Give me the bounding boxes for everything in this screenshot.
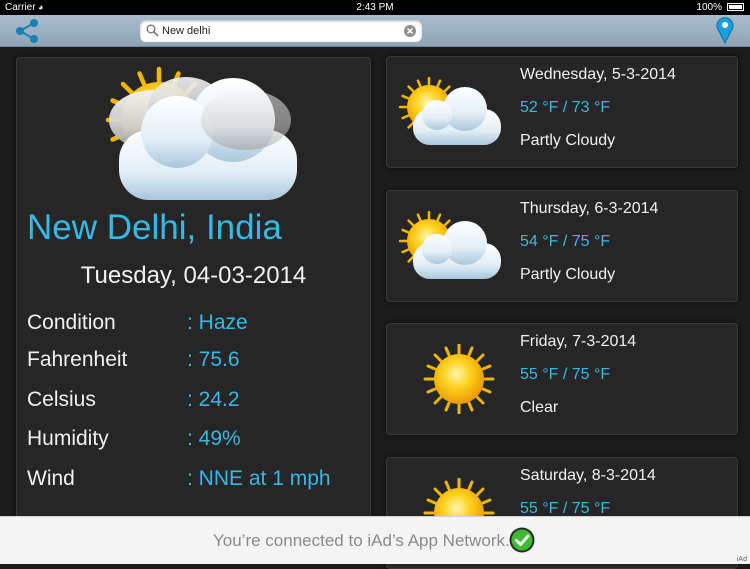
detail-label: Wind <box>27 467 75 490</box>
detail-label: Celsius <box>27 388 96 411</box>
partly-cloudy-icon <box>398 211 501 279</box>
detail-label: Condition <box>27 311 116 334</box>
search-icon <box>146 24 159 37</box>
detail-row-condition: Condition : Haze <box>27 311 367 341</box>
forecast-condition: Partly Cloudy <box>520 132 616 149</box>
forecast-card[interactable]: Friday, 7-3-2014 55 °F / 75 °F Clear <box>386 323 738 435</box>
forecast-temp: 55 °F / 75 °F <box>520 366 611 383</box>
detail-label: Humidity <box>27 427 109 450</box>
detail-row-humidity: Humidity : 49% <box>27 427 367 457</box>
status-time: 2:43 PM <box>356 2 394 13</box>
forecast-card[interactable]: Wednesday, 5-3-2014 52 °F / 73 °F Partly… <box>386 56 738 168</box>
forecast-day: Wednesday, 5-3-2014 <box>520 66 676 83</box>
location-pin-icon[interactable] <box>714 16 736 44</box>
detail-row-celsius: Celsius : 24.2 <box>27 388 367 418</box>
detail-value: : 24.2 <box>187 388 240 411</box>
forecast-day: Friday, 7-3-2014 <box>520 333 637 350</box>
status-bar: Carrier ◕ 2:43 PM 100% <box>0 0 750 15</box>
ad-text: You’re connected to iAd’s App Network. <box>213 531 510 550</box>
partly-cloudy-icon <box>398 77 501 145</box>
iad-logo: iAd <box>736 556 747 563</box>
share-icon[interactable] <box>13 18 41 44</box>
partly-cloudy-icon <box>91 62 297 200</box>
checkmark-icon <box>509 527 535 553</box>
detail-value: : Haze <box>187 311 248 334</box>
forecast-temp: 54 °F / 75 °F <box>520 233 611 250</box>
current-date: Tuesday, 04-03-2014 <box>80 262 307 289</box>
forecast-condition: Clear <box>520 399 559 416</box>
sun-icon <box>423 344 495 414</box>
forecast-day: Saturday, 8-3-2014 <box>520 467 656 484</box>
current-weather-panel: New Delhi, India Tuesday, 04-03-2014 Con… <box>16 57 371 529</box>
forecast-card[interactable]: Thursday, 6-3-2014 54 °F / 75 °F Partly … <box>386 190 738 302</box>
battery-icon <box>727 3 744 11</box>
detail-row-fahrenheit: Fahrenheit : 75.6 <box>27 348 367 378</box>
detail-value: : 49% <box>187 427 241 450</box>
nav-bar <box>0 15 750 47</box>
battery-percent: 100% <box>696 2 722 13</box>
detail-label: Fahrenheit <box>27 348 128 371</box>
detail-value: : NNE at 1 mph <box>187 467 331 490</box>
search-field[interactable] <box>140 20 422 42</box>
city-name: New Delhi, India <box>27 208 282 247</box>
search-input[interactable] <box>162 22 394 39</box>
forecast-temp: 52 °F / 73 °F <box>520 99 611 116</box>
detail-value: : 75.6 <box>187 348 240 371</box>
forecast-day: Thursday, 6-3-2014 <box>520 200 659 217</box>
detail-row-wind: Wind : NNE at 1 mph <box>27 467 367 497</box>
ad-banner[interactable]: You’re connected to iAd’s App Network. i… <box>0 516 750 564</box>
forecast-condition: Partly Cloudy <box>520 266 616 283</box>
clear-icon[interactable] <box>404 25 416 37</box>
